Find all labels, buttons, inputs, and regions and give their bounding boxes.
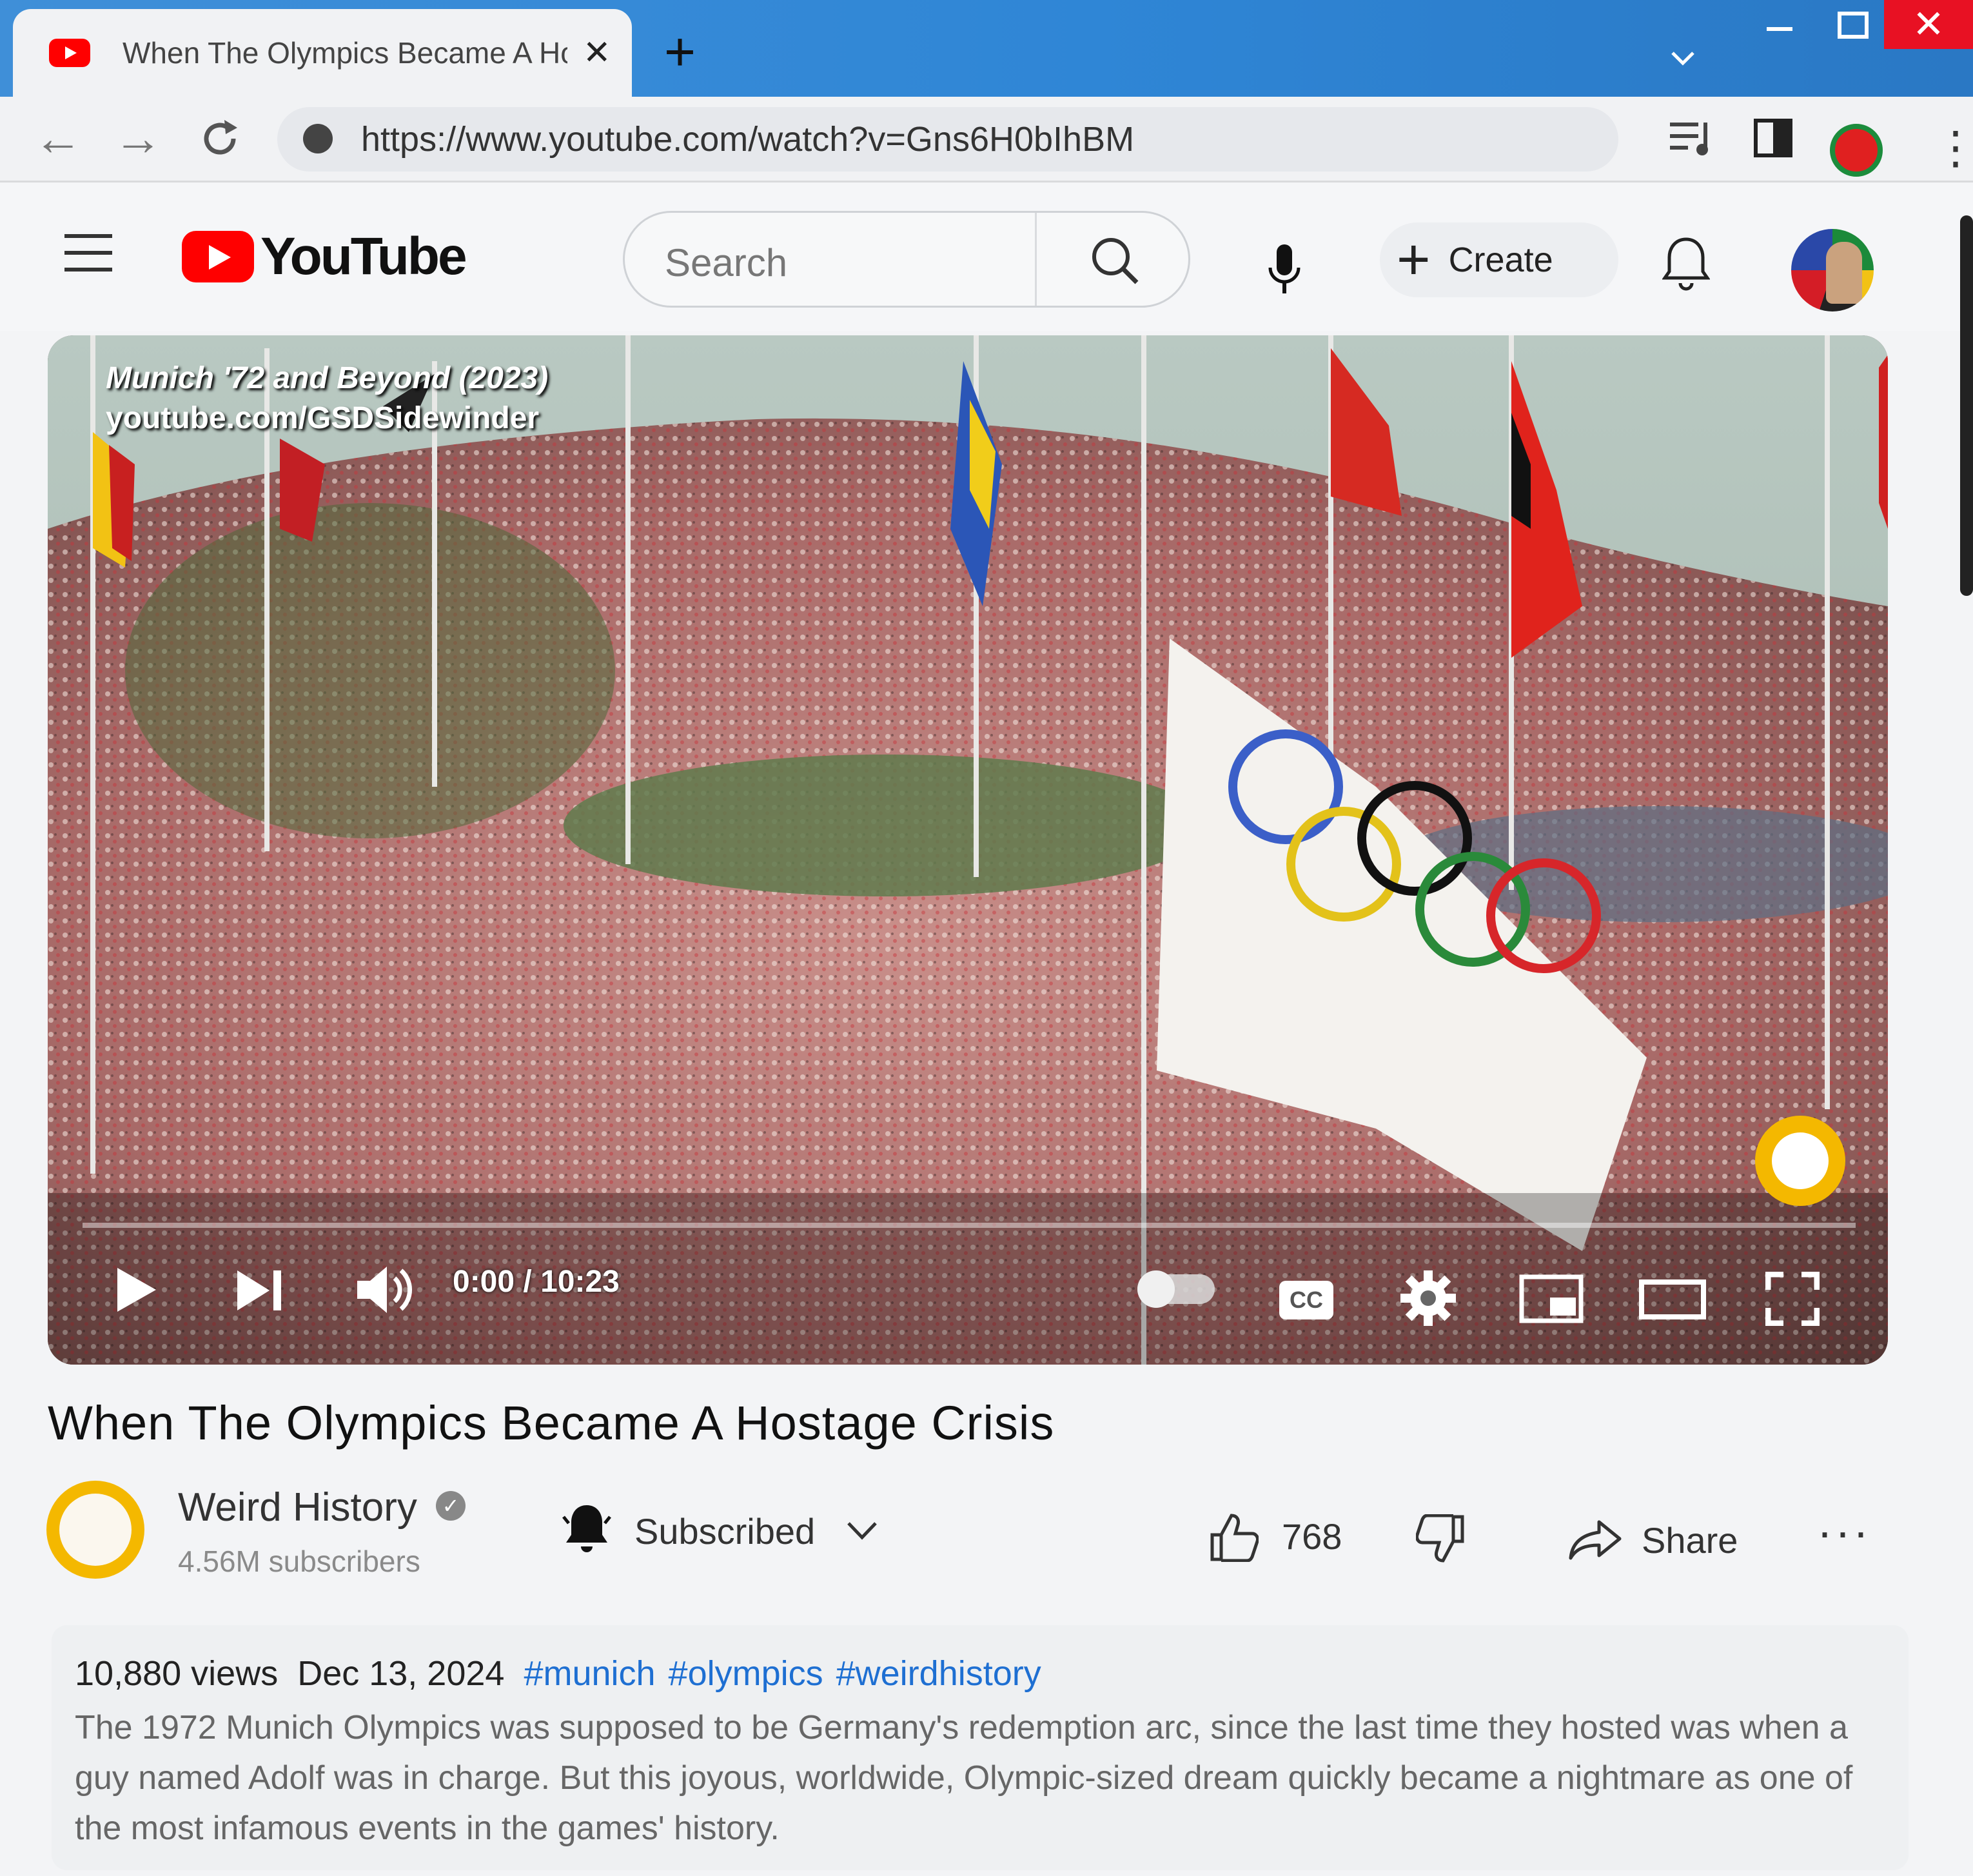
hashtag-link[interactable]: #munich — [524, 1654, 655, 1693]
new-tab-button[interactable]: + — [664, 19, 696, 84]
share-button[interactable]: Share — [1642, 1519, 1738, 1561]
video-player[interactable]: Munich '72 and Beyond (2023) youtube.com… — [48, 335, 1888, 1365]
browser-profile-icon[interactable] — [1830, 124, 1883, 177]
reload-icon[interactable] — [197, 116, 242, 161]
page-scrollbar[interactable] — [1960, 215, 1973, 596]
like-thumbs-up-icon[interactable] — [1210, 1513, 1259, 1562]
play-icon[interactable] — [115, 1265, 159, 1314]
search-icon[interactable] — [1089, 235, 1141, 286]
verified-badge-icon: ✓ — [436, 1491, 466, 1521]
subscriber-count: 4.56M subscribers — [178, 1545, 420, 1578]
browser-tab[interactable]: When The Olympics Became A Hostage Crisi… — [13, 9, 632, 97]
more-actions-button[interactable]: ··· — [1817, 1509, 1871, 1555]
settings-gear-icon[interactable] — [1400, 1270, 1456, 1326]
youtube-favicon-icon — [49, 39, 90, 67]
window-close-button[interactable]: ✕ — [1884, 0, 1973, 49]
reading-list-icon[interactable] — [1670, 119, 1714, 157]
tab-search-chevron-icon[interactable] — [1670, 45, 1696, 71]
microphone-icon[interactable] — [1266, 244, 1302, 296]
site-info-icon[interactable] — [303, 124, 333, 153]
fullscreen-icon[interactable] — [1765, 1272, 1820, 1326]
url-text[interactable]: https://www.youtube.com/watch?v=Gns6H0bI… — [361, 120, 1134, 159]
notifications-bell-icon[interactable] — [1662, 235, 1710, 293]
youtube-play-logo-icon — [182, 231, 254, 282]
create-button[interactable]: + Create — [1380, 222, 1618, 297]
description-box[interactable]: 10,880 views Dec 13, 2024 #munich #olympics… — [52, 1625, 1909, 1870]
like-count: 768 — [1282, 1516, 1342, 1557]
chevron-down-icon[interactable] — [846, 1521, 878, 1541]
dislike-thumbs-down-icon[interactable] — [1416, 1514, 1465, 1563]
search-box — [623, 211, 1190, 308]
user-avatar[interactable] — [1791, 229, 1874, 311]
browser-tab-strip: When The Olympics Became A Hostage Crisi… — [0, 0, 1973, 97]
video-title: When The Olympics Became A Hostage Crisi… — [48, 1396, 1055, 1450]
address-bar[interactable]: https://www.youtube.com/watch?v=Gns6H0bI… — [277, 107, 1618, 172]
channel-avatar[interactable] — [46, 1481, 144, 1579]
tab-title: When The Olympics Became A Hostage Crisi… — [123, 36, 567, 70]
channel-name[interactable]: Weird History — [178, 1485, 417, 1530]
browser-toolbar: ← → https://www.youtube.com/watch?v=Gns6… — [0, 97, 1973, 183]
side-panel-icon[interactable] — [1754, 119, 1792, 157]
volume-icon[interactable] — [355, 1264, 417, 1316]
browser-menu-icon[interactable]: ⋮ — [1933, 125, 1973, 170]
window-maximize-button[interactable] — [1838, 12, 1869, 39]
theater-mode-icon[interactable] — [1639, 1279, 1706, 1319]
search-input[interactable] — [663, 240, 1001, 286]
tab-close-button[interactable]: ✕ — [583, 34, 611, 72]
channel-watermark-badge[interactable] — [1755, 1116, 1845, 1206]
watermark-url: youtube.com/GSDSidewinder — [106, 401, 540, 435]
video-frame-image — [48, 335, 1888, 1365]
hashtag-link[interactable]: #weirdhistory — [836, 1654, 1041, 1693]
miniplayer-icon[interactable] — [1519, 1274, 1584, 1323]
upload-date: Dec 13, 2024 — [297, 1654, 505, 1693]
youtube-masthead: YouTube + Create — [0, 183, 1973, 331]
forward-button[interactable]: → — [113, 110, 162, 168]
watermark-title: Munich '72 and Beyond (2023) — [106, 361, 549, 395]
plus-icon: + — [1397, 228, 1431, 292]
video-watermark: Munich '72 and Beyond (2023) youtube.com… — [106, 359, 548, 439]
back-button[interactable]: ← — [34, 110, 83, 168]
subtitles-cc-button[interactable]: CC — [1279, 1281, 1333, 1319]
create-label: Create — [1448, 241, 1553, 279]
time-display: 0:00 / 10:23 — [453, 1265, 620, 1299]
youtube-logo[interactable]: YouTube — [182, 226, 467, 287]
hamburger-icon[interactable] — [64, 234, 112, 284]
subscribe-button[interactable]: Subscribed — [634, 1510, 815, 1552]
progress-bar[interactable] — [83, 1223, 1856, 1228]
window-minimize-button[interactable] — [1767, 27, 1792, 31]
next-video-icon[interactable] — [235, 1268, 286, 1313]
description-text: The 1972 Munich Olympics was supposed to… — [75, 1709, 1853, 1847]
description-meta: 10,880 views Dec 13, 2024 #munich #olympics… — [75, 1654, 1054, 1693]
autoplay-toggle[interactable] — [1137, 1270, 1215, 1308]
search-divider — [1035, 213, 1037, 306]
youtube-logo-text: YouTube — [260, 227, 467, 286]
subscribed-bell-icon[interactable] — [561, 1501, 613, 1555]
view-count: 10,880 views — [75, 1654, 279, 1693]
share-arrow-icon[interactable] — [1568, 1519, 1622, 1561]
hashtag-link[interactable]: #olympics — [669, 1654, 823, 1693]
